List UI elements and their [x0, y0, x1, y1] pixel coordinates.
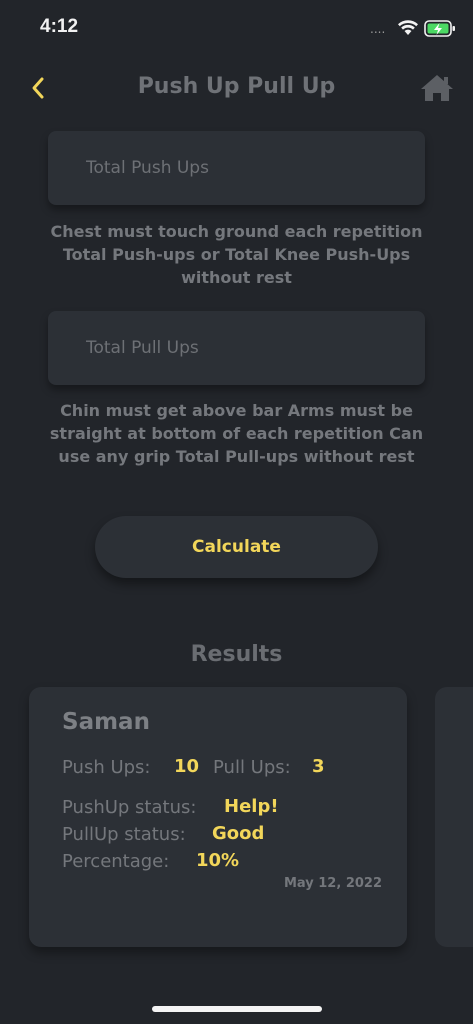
result-date: May 12, 2022 [283, 876, 382, 891]
pull-ups-hint: Chin must get above bar Arms must be str… [49, 401, 424, 466]
wifi-icon [398, 20, 418, 40]
pushup-status-label: PushUp status: [62, 797, 197, 818]
page-title: Push Up Pull Up [137, 74, 336, 99]
pullup-status-label: PullUp status: [62, 824, 186, 845]
pull-ups-field[interactable] [48, 311, 425, 385]
results-title: Results [190, 642, 283, 667]
calculate-button[interactable]: Calculate [95, 516, 378, 578]
home-icon [421, 75, 453, 101]
pullup-status-value: Good [212, 823, 265, 844]
pull-ups-value: 3 [312, 756, 325, 777]
signal-dots: .... [370, 22, 386, 36]
push-ups-value: 10 [174, 756, 200, 777]
status-time: 4:12 [40, 16, 79, 37]
push-ups-hint: Chest must touch ground each repetition … [50, 222, 423, 287]
result-name: Saman [62, 709, 150, 735]
percentage-label: Percentage: [62, 851, 170, 872]
home-indicator[interactable] [152, 1006, 322, 1012]
result-card: Saman Push Ups: 10 Pull Ups: 3 PushUp st… [29, 687, 407, 947]
push-ups-field[interactable] [48, 131, 425, 205]
pull-ups-label: Pull Ups: [213, 757, 291, 778]
push-ups-input[interactable] [48, 131, 425, 205]
pull-ups-input[interactable] [48, 311, 425, 385]
push-ups-label: Push Ups: [62, 757, 151, 778]
home-button[interactable] [420, 72, 454, 104]
pushup-status-value: Help! [224, 796, 279, 817]
next-result-card[interactable] [435, 687, 473, 947]
percentage-value: 10% [196, 850, 240, 871]
battery-charging-icon [424, 20, 456, 42]
